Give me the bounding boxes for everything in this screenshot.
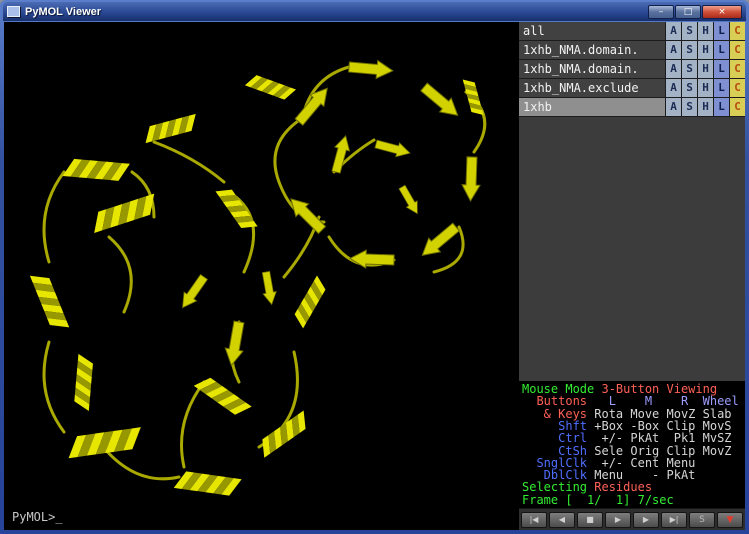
control-panel: all A S H L C 1xhb_NMA.domain. A S H L C… [518,22,745,530]
hide-button[interactable]: H [697,60,713,78]
hide-button[interactable]: H [697,22,713,40]
app-icon [7,6,20,17]
minimize-button[interactable]: – [648,5,674,19]
step-forward-button[interactable]: ▶ [633,512,659,528]
action-button[interactable]: A [665,60,681,78]
show-button[interactable]: S [681,22,697,40]
hide-button[interactable]: H [697,98,713,116]
object-name[interactable]: 1xhb_NMA.domain. [519,41,665,59]
panel-spacer [519,117,745,381]
maximize-button[interactable]: □ [675,5,701,19]
pymol-window: PyMOL Viewer – □ × [0,0,749,534]
action-button[interactable]: A [665,98,681,116]
viewport-3d[interactable]: PyMOL>_ [4,22,518,530]
hide-button[interactable]: H [697,79,713,97]
step-back-button[interactable]: ◀ [549,512,575,528]
scene-button[interactable]: S [689,512,715,528]
show-button[interactable]: S [681,79,697,97]
show-button[interactable]: S [681,60,697,78]
label-button[interactable]: L [713,98,729,116]
menu-down-button[interactable]: ▼ [717,512,743,528]
color-button[interactable]: C [729,22,745,40]
color-button[interactable]: C [729,41,745,59]
playback-bar: |◀ ◀ ■ ▶ ▶ ▶| S ▼ [519,508,745,530]
play-button[interactable]: ▶ [605,512,631,528]
object-list: all A S H L C 1xhb_NMA.domain. A S H L C… [519,22,745,117]
action-button[interactable]: A [665,22,681,40]
label-button[interactable]: L [713,79,729,97]
object-row[interactable]: 1xhb_NMA.domain. A S H L C [519,60,745,79]
label-button[interactable]: L [713,22,729,40]
object-name[interactable]: 1xhb [519,98,665,116]
label-button[interactable]: L [713,41,729,59]
object-row-selected[interactable]: 1xhb A S H L C [519,98,745,117]
color-button[interactable]: C [729,98,745,116]
go-start-button[interactable]: |◀ [521,512,547,528]
color-button[interactable]: C [729,79,745,97]
show-button[interactable]: S [681,41,697,59]
hide-button[interactable]: H [697,41,713,59]
object-row[interactable]: all A S H L C [519,22,745,41]
object-name[interactable]: 1xhb_NMA.domain. [519,60,665,78]
command-prompt[interactable]: PyMOL>_ [12,510,63,524]
go-end-button[interactable]: ▶| [661,512,687,528]
stop-button[interactable]: ■ [577,512,603,528]
protein-cartoon [4,22,518,530]
window-title: PyMOL Viewer [25,6,643,18]
title-bar[interactable]: PyMOL Viewer – □ × [3,2,746,21]
client-area: PyMOL>_ all A S H L C 1xhb_NMA.domain. A… [4,22,745,530]
action-button[interactable]: A [665,41,681,59]
frame-counter: Frame [ 1/ 1] 7/sec [522,493,674,507]
object-name[interactable]: all [519,22,665,40]
object-row[interactable]: 1xhb_NMA.exclude A S H L C [519,79,745,98]
object-name[interactable]: 1xhb_NMA.exclude [519,79,665,97]
show-button[interactable]: S [681,98,697,116]
frame-counter-line: Frame [ 1/ 1] 7/sec [522,494,743,506]
label-button[interactable]: L [713,60,729,78]
close-button[interactable]: × [702,5,742,19]
window-controls: – □ × [648,5,742,19]
action-button[interactable]: A [665,79,681,97]
color-button[interactable]: C [729,60,745,78]
mouse-mode-panel: Mouse Mode 3-Button Viewing Buttons L M … [519,381,745,508]
object-row[interactable]: 1xhb_NMA.domain. A S H L C [519,41,745,60]
